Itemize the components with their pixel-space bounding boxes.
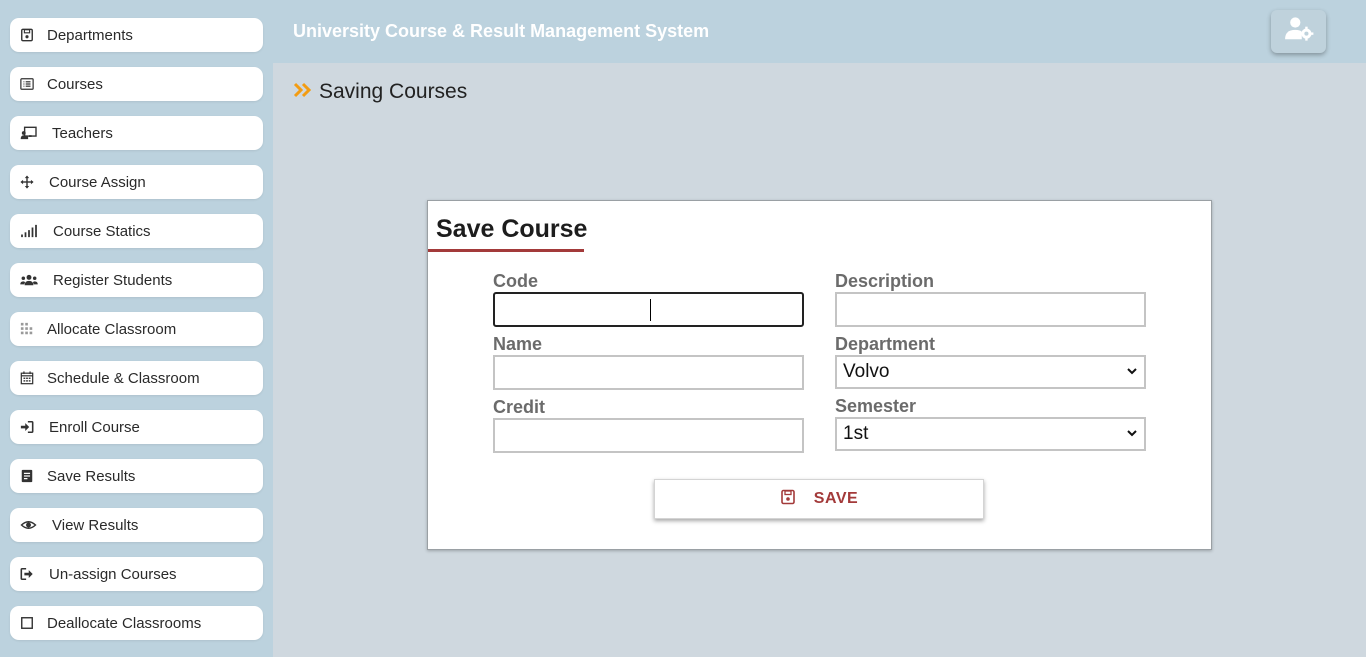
- sidebar-item-unassign-courses[interactable]: Un-assign Courses: [10, 557, 263, 591]
- sidebar-item-label: Courses: [47, 75, 103, 93]
- sidebar-item-teachers[interactable]: Teachers: [10, 116, 263, 150]
- semester-select[interactable]: 1st: [835, 417, 1146, 451]
- sidebar-item-label: Enroll Course: [49, 418, 140, 436]
- sidebar-item-label: Save Results: [47, 467, 136, 485]
- sidebar-item-register-students[interactable]: Register Students: [10, 263, 263, 297]
- chalkboard-teacher-icon: [19, 125, 39, 141]
- sidebar-item-label: Un-assign Courses: [49, 565, 177, 583]
- sidebar-item-label: View Results: [52, 516, 139, 534]
- description-label: Description: [835, 271, 935, 291]
- sidebar-item-schedule-classroom[interactable]: Schedule & Classroom: [10, 361, 263, 395]
- sidebar-item-allocate-classroom[interactable]: Allocate Classroom: [10, 312, 263, 346]
- sidebar-item-deallocate-classrooms[interactable]: Deallocate Classrooms: [10, 606, 263, 640]
- floppy-icon: [780, 489, 814, 510]
- description-input[interactable]: [835, 292, 1146, 327]
- list-icon: [19, 76, 35, 92]
- sidebar-item-label: Allocate Classroom: [47, 320, 177, 338]
- calendar-icon: [19, 370, 35, 386]
- department-label: Department: [835, 334, 936, 354]
- sidebar-item-save-results[interactable]: Save Results: [10, 459, 263, 493]
- sidebar-item-label: Teachers: [52, 124, 113, 142]
- sidebar-item-label: Deallocate Classrooms: [47, 614, 202, 632]
- square-icon: [19, 615, 35, 631]
- sidebar-item-label: Course Statics: [53, 222, 151, 240]
- chevron-down-icon: [1126, 423, 1138, 445]
- name-label: Name: [493, 334, 543, 354]
- sidebar: Departments Courses Teachers Course Assi…: [0, 0, 273, 657]
- department-selected-value: Volvo: [843, 361, 890, 382]
- user-gear-icon: [1284, 16, 1314, 47]
- file-text-icon: [19, 468, 35, 484]
- credit-label: Credit: [493, 397, 546, 417]
- text-caret: [650, 299, 651, 321]
- user-settings-button[interactable]: [1271, 10, 1326, 53]
- arrows-move-icon: [19, 174, 35, 190]
- code-input[interactable]: [493, 292, 804, 327]
- sidebar-item-courses[interactable]: Courses: [10, 67, 263, 101]
- top-header: University Course & Result Management Sy…: [273, 0, 1366, 63]
- save-button-label: SAVE: [813, 490, 859, 507]
- semester-selected-value: 1st: [843, 423, 869, 444]
- sidebar-item-view-results[interactable]: View Results: [10, 508, 263, 542]
- sidebar-item-course-assign[interactable]: Course Assign: [10, 165, 263, 199]
- grid-icon: [19, 321, 35, 337]
- app-title: University Course & Result Management Sy…: [293, 21, 710, 41]
- users-icon: [19, 272, 39, 288]
- page-heading: Saving Courses: [293, 80, 467, 104]
- double-chevron-right-icon: [293, 81, 313, 104]
- page-title: Saving Courses: [319, 80, 468, 103]
- sidebar-item-label: Register Students: [53, 271, 173, 289]
- sidebar-item-label: Schedule & Classroom: [47, 369, 200, 387]
- eye-icon: [19, 517, 37, 533]
- sign-out-icon: [19, 566, 35, 582]
- sidebar-item-departments[interactable]: Departments: [10, 18, 263, 52]
- sidebar-item-course-statics[interactable]: Course Statics: [10, 214, 263, 248]
- card-title: Save Course: [436, 215, 588, 243]
- title-underline: [428, 249, 584, 252]
- sign-in-icon: [19, 419, 35, 435]
- sidebar-item-enroll-course[interactable]: Enroll Course: [10, 410, 263, 444]
- code-label: Code: [493, 271, 538, 291]
- sidebar-item-label: Departments: [47, 26, 133, 44]
- credit-input[interactable]: [493, 418, 804, 453]
- save-button[interactable]: SAVE: [654, 479, 984, 519]
- semester-label: Semester: [835, 396, 917, 416]
- sidebar-item-label: Course Assign: [49, 173, 146, 191]
- department-select[interactable]: Volvo: [835, 355, 1146, 389]
- chevron-down-icon: [1126, 361, 1138, 383]
- save-course-card: Save Course Code Description Name Depart…: [427, 200, 1212, 550]
- signal-bars-icon: [19, 223, 39, 239]
- name-input[interactable]: [493, 355, 804, 390]
- floppy-icon: [19, 27, 35, 43]
